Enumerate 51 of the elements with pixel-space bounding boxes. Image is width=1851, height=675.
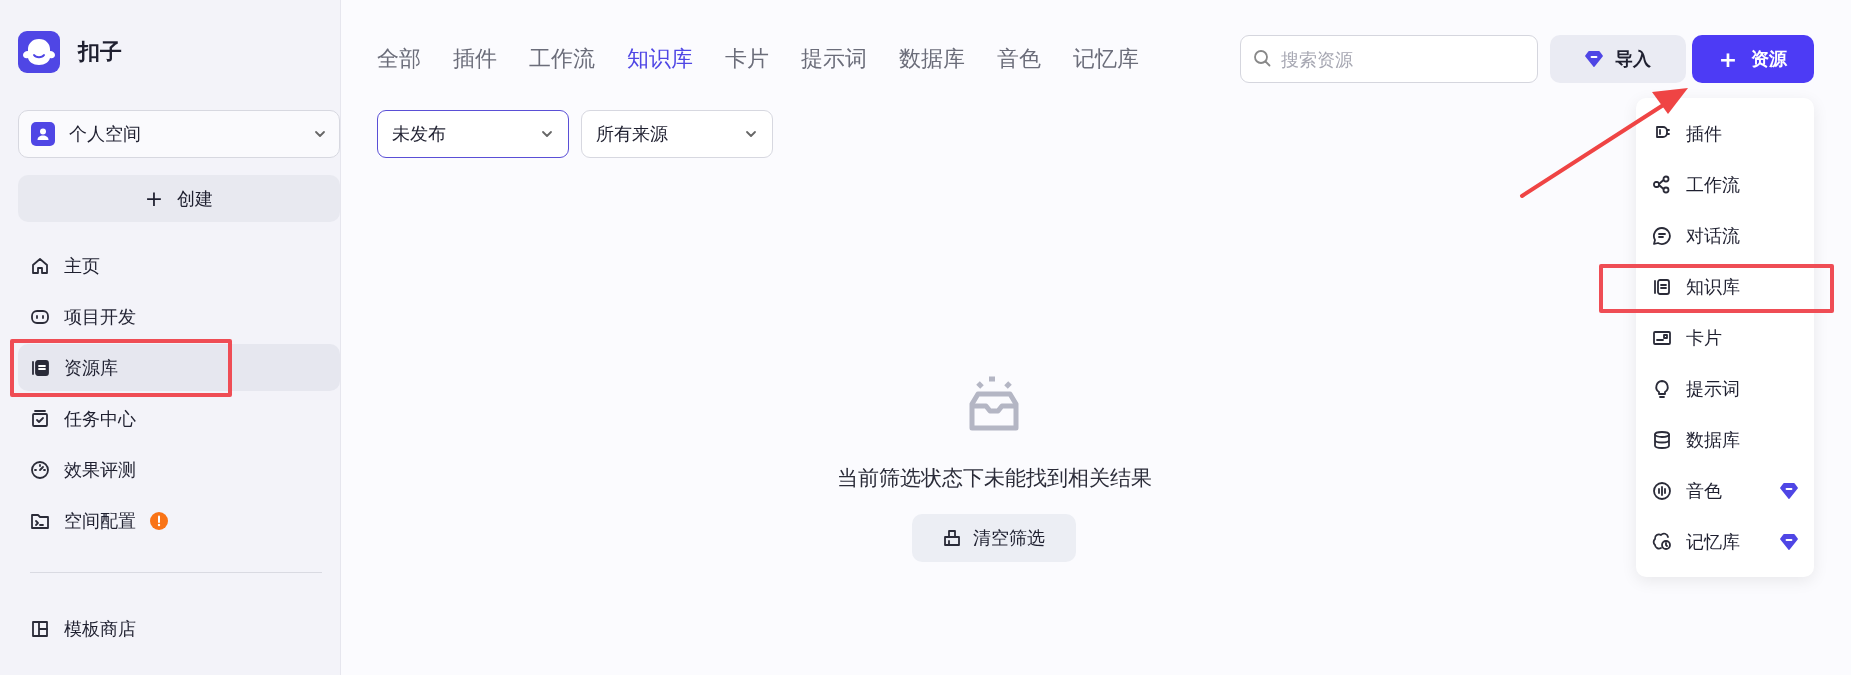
- sidebar-item[interactable]: 任务中心: [18, 395, 340, 442]
- database-icon: [1652, 429, 1672, 450]
- filter-dropdown[interactable]: 未发布: [377, 110, 569, 158]
- diamond-icon: [1585, 51, 1603, 67]
- nodes-icon: [1652, 174, 1672, 195]
- category-tab[interactable]: 记忆库: [1073, 40, 1139, 78]
- app-name: 扣子: [78, 38, 122, 66]
- search-field[interactable]: 搜索资源: [1240, 35, 1538, 83]
- book-outline-icon: [1652, 276, 1672, 297]
- import-button[interactable]: 导入: [1550, 35, 1686, 83]
- category-tab[interactable]: 插件: [453, 40, 497, 78]
- menu-item[interactable]: 音色: [1636, 465, 1814, 516]
- menu-item[interactable]: 提示词: [1636, 363, 1814, 414]
- menu-item[interactable]: 对话流: [1636, 210, 1814, 261]
- create-button[interactable]: + 创建: [18, 175, 340, 222]
- space-selector[interactable]: 个人空间: [18, 110, 340, 158]
- sidebar-item[interactable]: 项目开发: [18, 293, 340, 340]
- menu-item[interactable]: 插件: [1636, 108, 1814, 159]
- lightbulb-icon: [1652, 378, 1672, 399]
- menu-item[interactable]: 工作流: [1636, 159, 1814, 210]
- layout-grid-icon: [30, 618, 50, 639]
- menu-item[interactable]: 数据库: [1636, 414, 1814, 465]
- sidebar-item[interactable]: 空间配置: [18, 497, 340, 544]
- calendar-check-icon: [30, 408, 50, 429]
- sidebar-item[interactable]: 资源库: [18, 344, 340, 391]
- category-tab[interactable]: 卡片: [725, 40, 769, 78]
- filter-dropdown[interactable]: 所有来源: [581, 110, 773, 158]
- voice-bubble-icon: [1652, 480, 1672, 501]
- ghost-logo-icon: [18, 31, 60, 73]
- category-tab[interactable]: 音色: [997, 40, 1041, 78]
- user-avatar-icon: [31, 122, 55, 146]
- category-tab[interactable]: 知识库: [627, 40, 693, 78]
- add-resource-button[interactable]: + 资源: [1692, 35, 1814, 83]
- clear-filters-button[interactable]: 清空筛选: [912, 514, 1076, 562]
- chat-bubble-icon: [1652, 225, 1672, 246]
- sidebar-item[interactable]: 主页: [18, 242, 340, 289]
- menu-item[interactable]: 卡片: [1636, 312, 1814, 363]
- menu-item[interactable]: 知识库: [1636, 261, 1814, 312]
- sidebar-item[interactable]: 模板商店: [18, 605, 340, 652]
- brain-clock-icon: [1652, 531, 1672, 552]
- sidebar-item[interactable]: 效果评测: [18, 446, 340, 493]
- category-tab[interactable]: 工作流: [529, 40, 595, 78]
- book-icon: [30, 357, 50, 378]
- home-icon: [30, 255, 50, 276]
- category-tab[interactable]: 提示词: [801, 40, 867, 78]
- empty-message: 当前筛选状态下未能找到相关结果: [836, 465, 1152, 492]
- gauge-icon: [30, 459, 50, 480]
- search-icon: [1253, 49, 1271, 67]
- menu-item[interactable]: 记忆库: [1636, 516, 1814, 567]
- category-tab[interactable]: 数据库: [899, 40, 965, 78]
- category-tab[interactable]: 全部: [377, 40, 421, 78]
